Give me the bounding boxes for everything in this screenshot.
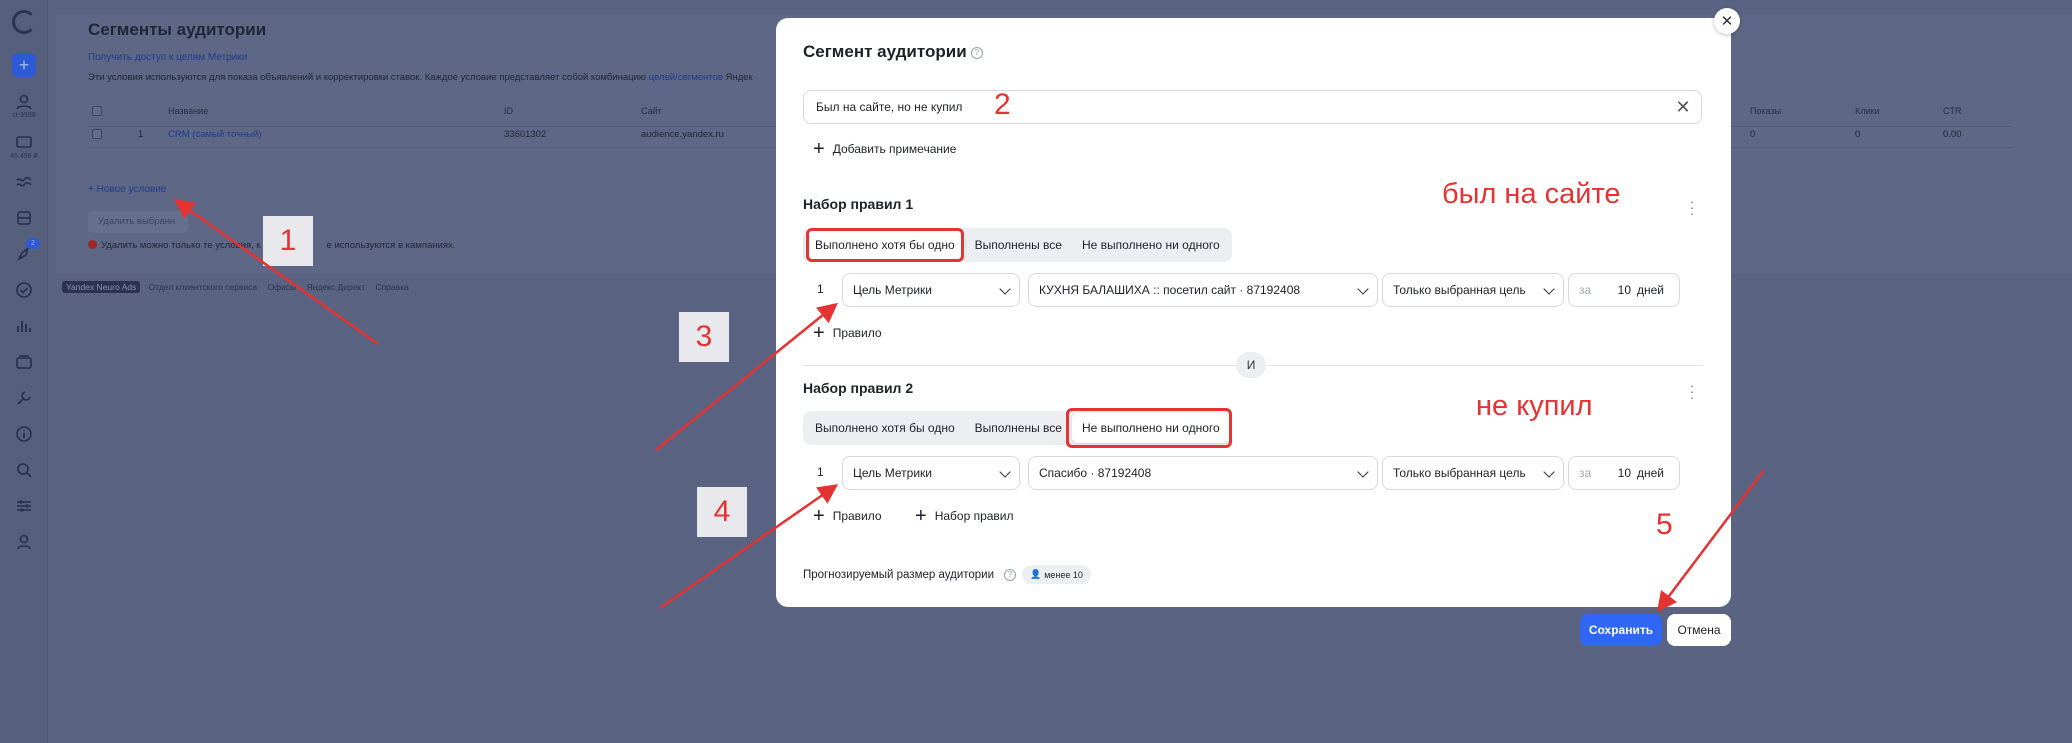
annotation-arrows — [173, 199, 1765, 612]
arrow-to-rule-2 — [659, 484, 839, 610]
arrow-to-save — [1656, 469, 1765, 612]
arrow-to-rule-1 — [655, 302, 838, 451]
arrow-to-new-condition — [173, 199, 379, 346]
